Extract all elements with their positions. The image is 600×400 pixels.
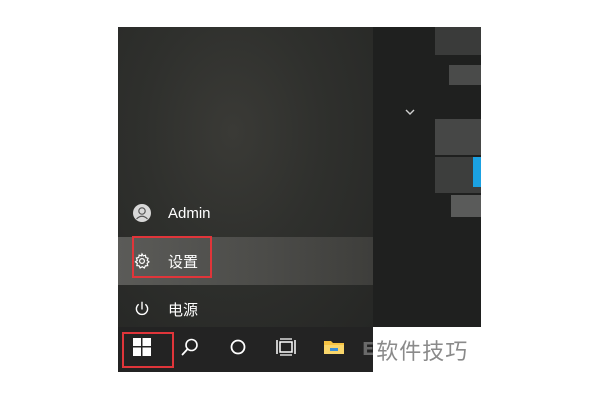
watermark-text: 软件技巧 <box>376 339 469 364</box>
circle-icon <box>229 338 247 361</box>
task-view-icon <box>276 338 296 361</box>
blurred-tile[interactable] <box>435 119 481 155</box>
start-button[interactable] <box>118 327 166 372</box>
user-account-label: Admin <box>168 204 211 222</box>
blurred-tile[interactable] <box>449 65 481 85</box>
blurred-tile-accent[interactable] <box>473 157 481 187</box>
screenshot-stage: Admin 设置 电源 E 软件技巧 <box>0 0 600 400</box>
search-icon <box>181 338 199 361</box>
watermark: E 软件技巧 <box>362 328 482 372</box>
task-view-button[interactable] <box>262 327 310 372</box>
windows-logo-icon <box>133 338 151 361</box>
user-icon <box>118 203 166 223</box>
file-explorer-button[interactable] <box>310 327 358 372</box>
folder-icon <box>323 338 345 361</box>
start-tiles-area <box>373 27 481 327</box>
start-menu-panel: Admin 设置 电源 <box>118 27 373 327</box>
settings-item[interactable]: 设置 <box>118 237 373 285</box>
user-account-item[interactable]: Admin <box>118 189 373 237</box>
blurred-tile[interactable] <box>435 27 481 55</box>
blurred-tile[interactable] <box>451 195 481 217</box>
chevron-down-icon[interactable] <box>405 105 415 119</box>
power-label: 电源 <box>168 301 199 319</box>
watermark-logo: E <box>362 339 375 360</box>
power-icon <box>118 300 166 318</box>
search-button[interactable] <box>166 327 214 372</box>
power-item[interactable]: 电源 <box>118 285 373 333</box>
cortana-button[interactable] <box>214 327 262 372</box>
settings-label: 设置 <box>168 253 199 271</box>
taskbar <box>118 327 373 372</box>
gear-icon <box>118 252 166 270</box>
